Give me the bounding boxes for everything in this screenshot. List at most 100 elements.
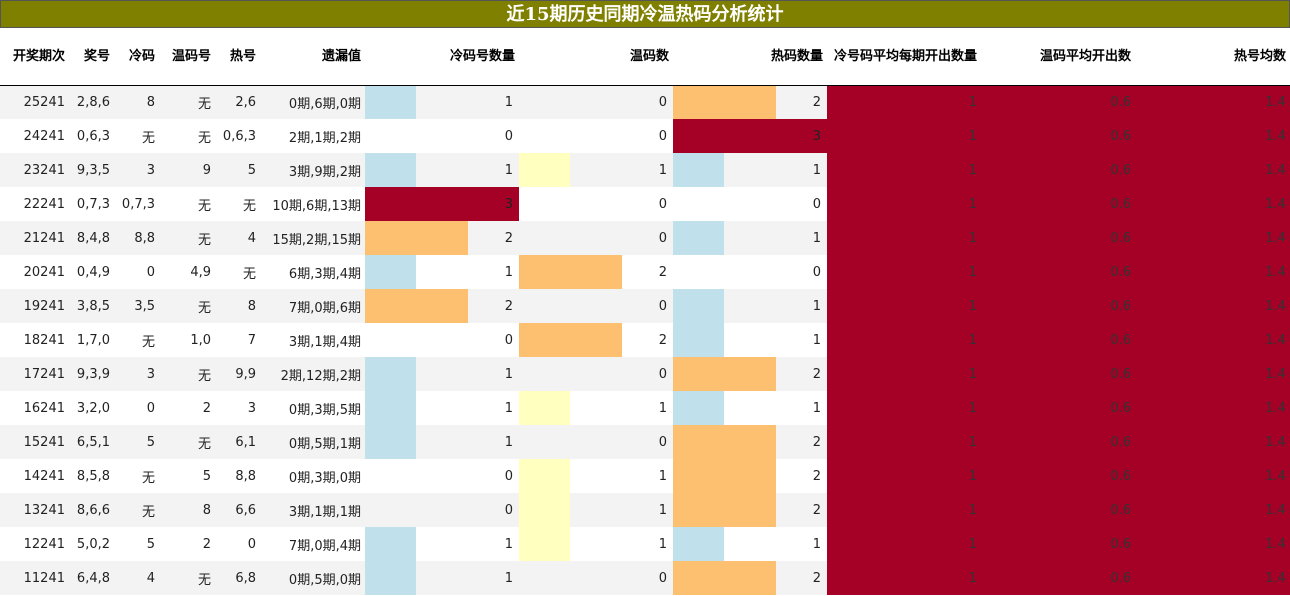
count-bar: [673, 289, 725, 323]
table-row[interactable]: 12241 5,0,2 5 2 0 7期,0期,4期 1 1 1 1 0.6 1.4: [0, 527, 1290, 561]
cell-cold-count: 2: [365, 221, 519, 255]
count-value: 0: [658, 298, 667, 314]
table-body: 25241 2,8,6 8 无 2,6 0期,6期,0期 1 0 2 1 0.6 1.4 24241 0,…: [0, 85, 1290, 595]
count-bar: [519, 459, 571, 493]
col-hot-count[interactable]: 热码数量: [673, 28, 827, 86]
table-row[interactable]: 23241 9,3,5 3 9 5 3期,9期,2期 1 1 1 1 0.6 1.4: [0, 153, 1290, 187]
cell-avg-hot: 1.4: [1135, 357, 1290, 391]
table-row[interactable]: 19241 3,8,5 3,5 无 8 7期,0期,6期 2 0 1 1 0.6 1.4: [0, 289, 1290, 323]
cell-warm-count: 0: [519, 119, 673, 153]
table-row[interactable]: 21241 8,4,8 8,8 无 4 15期,2期,15期 2 0 1 1 0.6 1.4: [0, 221, 1290, 255]
count-value: 1: [812, 332, 821, 348]
count-bar: [365, 425, 417, 459]
cell-avg-cold: 1: [827, 153, 981, 187]
cell-warm-count: 0: [519, 425, 673, 459]
table-row[interactable]: 15241 6,5,1 5 无 6,1 0期,5期,1期 1 0 2 1 0.6 1.4: [0, 425, 1290, 459]
table-row[interactable]: 20241 0,4,9 0 4,9 无 6期,3期,4期 1 2 0 1 0.6 1.4: [0, 255, 1290, 289]
cell-avg-warm: 0.6: [981, 255, 1135, 289]
cell-cold: 5: [114, 527, 159, 561]
count-bar: [365, 221, 468, 255]
col-cold-count[interactable]: 冷码号数量: [365, 28, 519, 86]
col-prize[interactable]: 奖号: [69, 28, 114, 86]
cell-missing: 6期,3期,4期: [260, 255, 365, 289]
col-hot[interactable]: 热号: [215, 28, 260, 86]
cell-cold: 无: [114, 493, 159, 527]
cell-avg-hot: 1.4: [1135, 527, 1290, 561]
col-avg-hot[interactable]: 热号均数: [1135, 28, 1290, 86]
cell-avg-cold: 1: [827, 221, 981, 255]
table-row[interactable]: 24241 0,6,3 无无 0,6,3 2期,1期,2期 0 0 3 1 0.6 1.4: [0, 119, 1290, 153]
cell-avg-cold: 1: [827, 493, 981, 527]
cell-warm-count: 1: [519, 153, 673, 187]
cell-warm: 9: [159, 153, 215, 187]
col-warm-count[interactable]: 温码数: [519, 28, 673, 86]
count-value: 2: [504, 298, 513, 314]
count-value: 0: [504, 468, 513, 484]
count-value: 2: [504, 230, 513, 246]
cell-avg-hot: 1.4: [1135, 459, 1290, 493]
cell-warm-count: 0: [519, 561, 673, 595]
count-bar: [673, 527, 725, 561]
cell-cold: 8: [114, 85, 159, 119]
count-bar: [673, 493, 776, 527]
count-bar: [365, 391, 417, 425]
table-row[interactable]: 16241 3,2,0 0 2 3 0期,3期,5期 1 1 1 1 0.6 1.4: [0, 391, 1290, 425]
cell-warm-count: 0: [519, 289, 673, 323]
table-row[interactable]: 22241 0,7,3 0,7,3 无无 10期,6期,13期 3 0 0 1 0.6 1.4: [0, 187, 1290, 221]
count-value: 3: [812, 128, 821, 144]
cell-avg-cold: 1: [827, 289, 981, 323]
table-row[interactable]: 11241 6,4,8 4 无 6,8 0期,5期,0期 1 0 2 1 0.6 1.4: [0, 561, 1290, 595]
cell-avg-cold: 1: [827, 391, 981, 425]
count-value: 1: [504, 94, 513, 110]
count-value: 2: [812, 94, 821, 110]
count-value: 1: [658, 536, 667, 552]
cell-warm-count: 0: [519, 187, 673, 221]
cell-avg-warm: 0.6: [981, 527, 1135, 561]
table-row[interactable]: 18241 1,7,0 无 1,0 7 3期,1期,4期 0 2 1 1 0.6 1.4: [0, 323, 1290, 357]
count-value: 2: [812, 468, 821, 484]
cell-cold-count: 1: [365, 527, 519, 561]
col-missing[interactable]: 遗漏值: [260, 28, 365, 86]
count-bar: [365, 153, 417, 187]
cell-issue: 18241: [0, 323, 69, 357]
col-cold[interactable]: 冷码: [114, 28, 159, 86]
count-bar: [673, 85, 776, 119]
cell-missing: 15期,2期,15期: [260, 221, 365, 255]
cell-issue: 14241: [0, 459, 69, 493]
cell-avg-cold: 1: [827, 255, 981, 289]
table-row[interactable]: 13241 8,6,6 无 8 6,6 3期,1期,1期 0 1 2 1 0.6 1.4: [0, 493, 1290, 527]
count-value: 0: [658, 570, 667, 586]
cell-prize: 8,4,8: [69, 221, 114, 255]
count-bar: [519, 391, 571, 425]
cell-avg-cold: 1: [827, 459, 981, 493]
cell-warm: 无: [159, 425, 215, 459]
cell-avg-warm: 0.6: [981, 85, 1135, 119]
cell-warm: 无: [159, 119, 215, 153]
cell-avg-warm: 0.6: [981, 187, 1135, 221]
header-row: 开奖期次 奖号 冷码 温码号 热号 遗漏值 冷码号数量 温码数 热码数量 冷号码…: [0, 28, 1290, 86]
cell-cold-count: 3: [365, 187, 519, 221]
cell-warm-count: 0: [519, 221, 673, 255]
cell-cold-count: 2: [365, 289, 519, 323]
cell-issue: 11241: [0, 561, 69, 595]
table-row[interactable]: 25241 2,8,6 8 无 2,6 0期,6期,0期 1 0 2 1 0.6 1.4: [0, 85, 1290, 119]
cell-hot: 0,6,3: [215, 119, 260, 153]
table-row[interactable]: 17241 9,3,9 3 无 9,9 2期,12期,2期 1 0 2 1 0.6 1.4: [0, 357, 1290, 391]
cell-avg-warm: 0.6: [981, 357, 1135, 391]
cell-missing: 0期,6期,0期: [260, 85, 365, 119]
cell-prize: 0,4,9: [69, 255, 114, 289]
cell-cold: 无: [114, 323, 159, 357]
cell-issue: 23241: [0, 153, 69, 187]
table-row[interactable]: 14241 8,5,8 无 5 8,8 0期,3期,0期 0 1 2 1 0.6 1.4: [0, 459, 1290, 493]
cell-hot-count: 1: [673, 527, 827, 561]
col-warm[interactable]: 温码号: [159, 28, 215, 86]
cell-avg-warm: 0.6: [981, 323, 1135, 357]
col-avg-cold[interactable]: 冷号码平均每期开出数量: [827, 28, 981, 86]
cell-cold-count: 0: [365, 459, 519, 493]
col-avg-warm[interactable]: 温码平均开出数: [981, 28, 1135, 86]
col-issue[interactable]: 开奖期次: [0, 28, 69, 86]
cell-cold: 4: [114, 561, 159, 595]
cell-hot-count: 2: [673, 425, 827, 459]
cell-missing: 0期,3期,0期: [260, 459, 365, 493]
cell-prize: 9,3,5: [69, 153, 114, 187]
